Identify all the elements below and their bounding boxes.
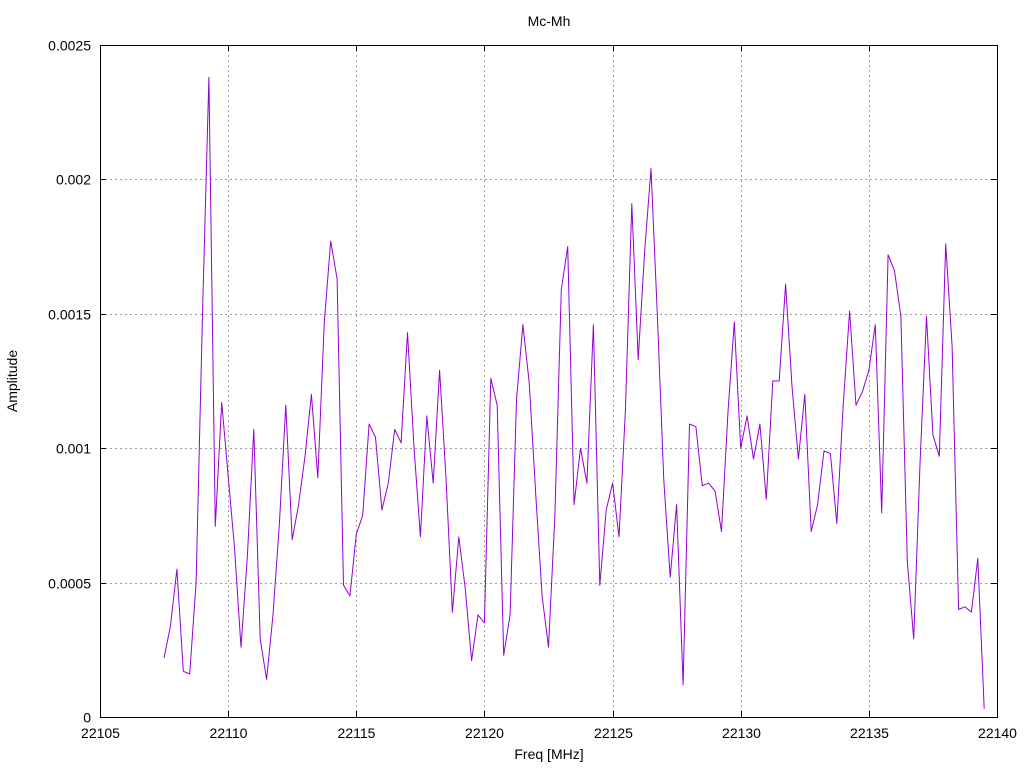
x-tick-label: 22140 bbox=[978, 725, 1017, 741]
y-tick-label: 0.0025 bbox=[48, 38, 91, 54]
x-tick-label: 22130 bbox=[722, 725, 761, 741]
series-line bbox=[163, 76, 985, 709]
grid bbox=[100, 45, 997, 717]
y-tick-label: 0 bbox=[83, 710, 91, 726]
plot-frame bbox=[100, 45, 998, 718]
x-axis-title: Freq [MHz] bbox=[514, 746, 583, 762]
axis-ticks bbox=[100, 45, 998, 718]
chart-title: Mc-Mh bbox=[528, 13, 571, 29]
y-tick-label: 0.002 bbox=[56, 172, 91, 188]
y-tick-label: 0.0005 bbox=[48, 576, 91, 592]
x-tick-label: 22135 bbox=[850, 725, 889, 741]
x-tick-label: 22110 bbox=[210, 725, 248, 741]
y-axis-title: Amplitude bbox=[4, 350, 20, 412]
x-tick-label: 22105 bbox=[81, 725, 120, 741]
line-chart: Mc-Mh 22105 22110 22115 22120 22125 22130 2213… bbox=[4, 13, 1017, 762]
x-tick-label: 22115 bbox=[338, 725, 376, 741]
x-tick-label: 22120 bbox=[465, 725, 504, 741]
x-tick-label: 22125 bbox=[594, 725, 633, 741]
series-layer bbox=[163, 76, 985, 709]
y-tick-label: 0.0015 bbox=[48, 307, 91, 323]
tick-labels: 22105 22110 22115 22120 22125 22130 22135 22140… bbox=[48, 38, 1017, 742]
y-tick-label: 0.001 bbox=[56, 441, 91, 457]
